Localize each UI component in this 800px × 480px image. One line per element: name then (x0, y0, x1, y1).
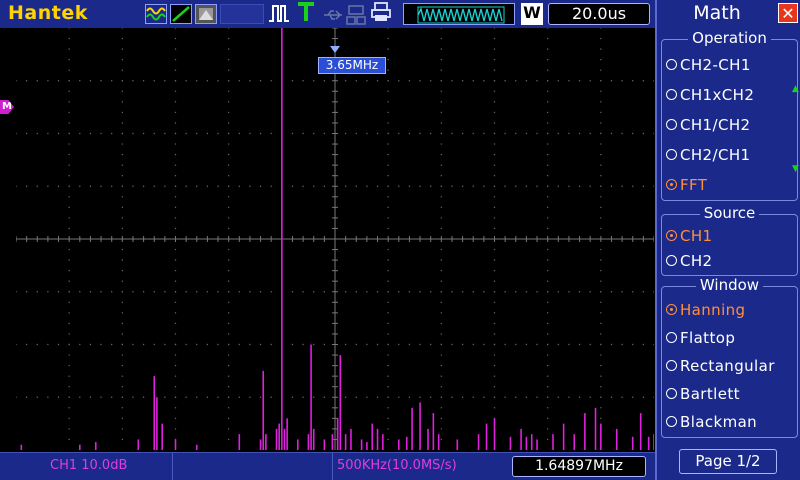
brand-logo: Hantek (8, 2, 88, 24)
operation-group: Operation CH2-CH1 CH1xCH2 CH1/CH2 CH2/CH… (661, 29, 799, 201)
operation-option-ch1-div-ch2[interactable]: CH1/CH2 (666, 116, 750, 134)
math-channel-marker[interactable]: M (0, 100, 14, 114)
status-blank-icon (220, 4, 264, 24)
scroll-down-icon[interactable]: ▼ (792, 164, 799, 174)
window-option-bartlett[interactable]: Bartlett (666, 385, 740, 403)
radio-icon (666, 388, 677, 399)
marker-pointer-icon (330, 46, 340, 53)
operation-group-title: Operation (688, 29, 771, 47)
window-option-flattop[interactable]: Flattop (666, 329, 735, 347)
operation-option-ch2-div-ch1[interactable]: CH2/CH1 (666, 146, 750, 164)
menu-title: Math (693, 2, 741, 24)
radio-icon (666, 59, 677, 70)
timebase-readout[interactable]: 20.0us (548, 3, 650, 25)
radio-selected-icon (666, 304, 677, 315)
close-menu-button[interactable]: ✕ (778, 3, 798, 23)
network-icon (345, 4, 367, 25)
source-option-ch2[interactable]: CH2 (666, 252, 713, 270)
fft-span-readout[interactable]: 500KHz(10.0MS/s) (337, 458, 457, 473)
radio-icon (666, 119, 677, 130)
source-option-ch1[interactable]: CH1 (666, 227, 713, 245)
scroll-up-icon[interactable]: ▲ (792, 84, 799, 94)
operation-option-fft[interactable]: FFT (666, 176, 707, 194)
window-option-rectangular[interactable]: Rectangular (666, 357, 775, 375)
math-menu-panel: Math ✕ Operation CH2-CH1 CH1xCH2 CH1/CH2… (655, 0, 800, 480)
bottom-status-bar: CH1 10.0dB 500KHz(10.0MS/s) 1.64897MHz (0, 452, 655, 480)
source-group-title: Source (699, 204, 760, 222)
window-option-blackman[interactable]: Blackman (666, 413, 757, 431)
radio-icon (666, 360, 677, 371)
radio-selected-icon (666, 179, 677, 190)
radio-icon (666, 416, 677, 427)
fft-spectrum-plot (16, 28, 654, 450)
pulse-icon (268, 2, 290, 22)
divider (332, 453, 333, 480)
printer-icon[interactable] (370, 1, 392, 21)
frequency-readout: 1.64897MHz (512, 456, 646, 477)
operation-option-ch1xch2[interactable]: CH1xCH2 (666, 86, 754, 104)
window-mode-badge[interactable]: W (521, 3, 543, 25)
radio-icon (666, 332, 677, 343)
radio-icon (666, 255, 677, 266)
window-group-title: Window (695, 276, 764, 294)
marker-frequency-label: 3.65MHz (318, 57, 386, 74)
window-group: Window Hanning Flattop Rectangular Bartl… (661, 276, 798, 438)
radio-icon (666, 149, 677, 160)
window-option-hanning[interactable]: Hanning (666, 301, 745, 319)
ch1-scale-readout[interactable]: CH1 10.0dB (50, 458, 127, 473)
memory-depth-icon[interactable] (403, 3, 515, 25)
operation-option-ch2-ch1[interactable]: CH2-CH1 (666, 56, 751, 74)
usb-icon (322, 7, 344, 27)
trigger-icon (296, 1, 318, 21)
divider (172, 453, 173, 480)
persistence-icon[interactable] (195, 4, 217, 24)
radio-icon (666, 89, 677, 100)
waveform-mode-icon[interactable] (145, 4, 167, 24)
radio-selected-icon (666, 230, 677, 241)
page-button[interactable]: Page 1/2 (679, 449, 777, 474)
status-bar: Hantek W 20.0us (0, 0, 655, 28)
source-group: Source CH1 CH2 (661, 204, 798, 276)
waveform-display[interactable]: 3.65MHz (16, 28, 654, 450)
trigger-slope-icon[interactable] (170, 4, 192, 24)
